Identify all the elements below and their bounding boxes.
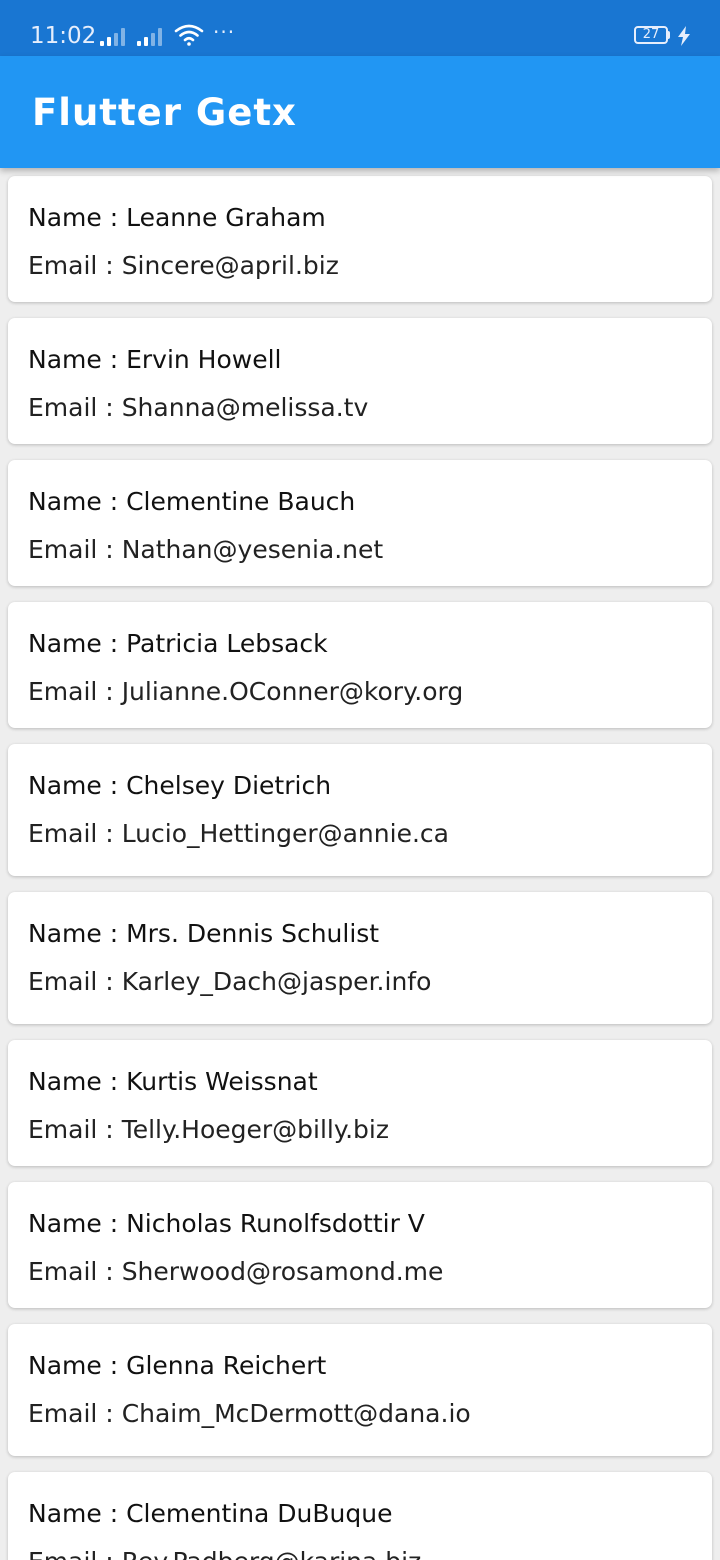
user-email: Email : Nathan@yesenia.net [28,535,383,565]
name-label: Name : [28,771,127,800]
app-bar: Flutter Getx [0,56,720,168]
user-email-value: Chaim_McDermott@dana.io [121,1399,471,1428]
user-card[interactable]: Name : Mrs. Dennis Schulist Email : Karl… [8,892,712,1024]
user-name: Name : Chelsey Dietrich [28,771,331,801]
user-name-value: Kurtis Weissnat [126,1067,318,1096]
user-name: Name : Clementine Bauch [28,487,355,517]
user-card[interactable]: Name : Chelsey Dietrich Email : Lucio_He… [8,744,712,876]
name-label: Name : [28,203,127,232]
name-label: Name : [28,487,127,516]
user-email-value: Telly.Hoeger@billy.biz [121,1115,389,1144]
status-time: 11:02 [30,23,97,49]
name-label: Name : [28,1351,127,1380]
user-name-value: Patricia Lebsack [126,629,328,658]
name-label: Name : [28,1067,127,1096]
status-bar: 11:02 ··· 27 [0,0,720,56]
user-card[interactable]: Name : Leanne Graham Email : Sincere@apr… [8,176,712,302]
user-name: Name : Glenna Reichert [28,1351,326,1381]
user-email: Email : Telly.Hoeger@billy.biz [28,1115,389,1145]
user-name-value: Clementina DuBuque [126,1499,393,1528]
user-email: Email : Lucio_Hettinger@annie.ca [28,819,449,849]
user-email: Email : Chaim_McDermott@dana.io [28,1399,471,1429]
user-email: Email : Rey.Padberg@karina.biz [28,1547,421,1560]
name-label: Name : [28,629,127,658]
name-label: Name : [28,345,127,374]
user-email: Email : Karley_Dach@jasper.info [28,967,431,997]
user-card[interactable]: Name : Nicholas Runolfsdottir V Email : … [8,1182,712,1308]
user-name: Name : Patricia Lebsack [28,629,328,659]
user-email: Email : Sincere@april.biz [28,251,339,281]
email-label: Email : [28,1547,122,1560]
wifi-icon [174,24,204,46]
user-card[interactable]: Name : Clementina DuBuque Email : Rey.Pa… [8,1472,712,1560]
user-name-value: Leanne Graham [126,203,326,232]
user-name-value: Mrs. Dennis Schulist [126,919,380,948]
user-email-value: Julianne.OConner@kory.org [121,677,464,706]
user-email-value: Shanna@melissa.tv [121,393,369,422]
signal-icon [100,28,126,46]
email-label: Email : [28,967,122,996]
user-card[interactable]: Name : Clementine Bauch Email : Nathan@y… [8,460,712,586]
email-label: Email : [28,393,122,422]
battery-icon: 27 [634,26,670,44]
user-email-value: Lucio_Hettinger@annie.ca [121,819,449,848]
user-email: Email : Sherwood@rosamond.me [28,1257,443,1287]
user-name: Name : Leanne Graham [28,203,326,233]
more-icon: ··· [213,20,236,44]
user-name: Name : Kurtis Weissnat [28,1067,318,1097]
user-name: Name : Mrs. Dennis Schulist [28,919,379,949]
user-name: Name : Clementina DuBuque [28,1499,392,1529]
user-name-value: Glenna Reichert [126,1351,327,1380]
name-label: Name : [28,919,127,948]
user-name-value: Chelsey Dietrich [126,771,332,800]
email-label: Email : [28,819,122,848]
user-email-value: Rey.Padberg@karina.biz [122,1547,422,1560]
user-email-value: Sincere@april.biz [121,251,339,280]
user-email-value: Nathan@yesenia.net [121,535,384,564]
user-name: Name : Nicholas Runolfsdottir V [28,1209,425,1239]
user-card[interactable]: Name : Patricia Lebsack Email : Julianne… [8,602,712,728]
email-label: Email : [28,251,122,280]
user-email: Email : Julianne.OConner@kory.org [28,677,463,707]
user-name-value: Clementine Bauch [126,487,356,516]
app-title: Flutter Getx [32,91,297,134]
user-card[interactable]: Name : Glenna Reichert Email : Chaim_McD… [8,1324,712,1456]
name-label: Name : [28,1209,127,1238]
email-label: Email : [28,535,122,564]
charging-bolt-icon [678,26,690,46]
name-label: Name : [28,1499,127,1528]
email-label: Email : [28,1257,122,1286]
user-card[interactable]: Name : Ervin Howell Email : Shanna@melis… [8,318,712,444]
user-email-value: Sherwood@rosamond.me [121,1257,444,1286]
user-email: Email : Shanna@melissa.tv [28,393,368,423]
signal-icon-2 [137,28,163,46]
user-name-value: Nicholas Runolfsdottir V [126,1209,425,1238]
email-label: Email : [28,1399,122,1428]
user-name-value: Ervin Howell [126,345,282,374]
user-list[interactable]: Name : Leanne Graham Email : Sincere@apr… [0,168,720,1560]
user-card[interactable]: Name : Kurtis Weissnat Email : Telly.Hoe… [8,1040,712,1166]
email-label: Email : [28,677,122,706]
email-label: Email : [28,1115,122,1144]
battery-level: 27 [642,27,660,42]
user-name: Name : Ervin Howell [28,345,282,375]
user-email-value: Karley_Dach@jasper.info [121,967,432,996]
